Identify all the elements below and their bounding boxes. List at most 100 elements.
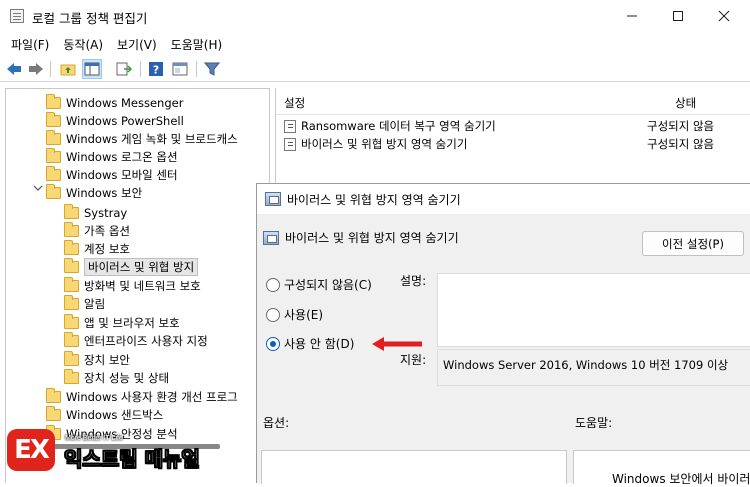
tree-item[interactable]: 방화벽 및 네트워크 보호 [64,276,201,295]
folder-icon [64,203,79,219]
help-panel: Windows 보안에서 바이러 [573,450,750,486]
header-divider [276,114,750,115]
dialog-title: 바이러스 및 위협 방지 영역 숨기기 [287,192,461,207]
tree-item[interactable]: 앱 및 브라우저 보호 [64,313,180,332]
tree-item[interactable]: 엔터프라이즈 사용자 지정 [64,331,208,350]
maximize-button[interactable] [655,0,701,32]
export-list-button[interactable] [114,59,134,79]
folder-icon [64,239,79,255]
folder-icon [64,294,79,310]
tree-item[interactable]: Windows Messenger [46,93,183,112]
svg-text:?: ? [153,64,159,77]
folder-icon [46,165,61,181]
folder-icon [64,257,79,273]
policy-icon [263,230,279,245]
support-label: 지원: [400,353,427,367]
help-text: Windows 보안에서 바이러 [612,472,750,486]
tree-item[interactable]: 가족 옵션 [64,221,130,240]
radio-disabled[interactable]: 사용 안 함(D) [266,335,354,352]
setting-row[interactable]: Ransomware 데이터 복구 영역 숨기기 [284,117,496,135]
setting-row[interactable]: 바이러스 및 위협 방지 영역 숨기기 [284,135,467,153]
back-arrow-icon [7,63,21,75]
setting-state: 구성되지 않음 [647,137,715,151]
menu-help[interactable]: 도움말(H) [164,33,230,55]
folder-icon [64,276,79,292]
menu-file[interactable]: 파일(F) [4,33,56,55]
supported-on-box: Windows Server 2016, Windows 10 버전 1709 … [437,349,750,386]
toolbar-separator [140,61,141,77]
description-box [437,273,750,347]
title-bar: 로컬 그룹 정책 편집기 [0,0,750,32]
previous-setting-button[interactable]: 이전 설정(P) [642,231,744,256]
radio-icon [266,277,280,292]
tree-item[interactable]: Windows 게임 녹화 및 브로드캐스 [46,129,238,148]
chevron-down-icon[interactable] [33,183,43,196]
up-folder-icon [60,64,76,76]
brand-logo: EX [7,429,55,471]
tree-item[interactable]: 계정 보호 [64,239,130,258]
tree-item-virus-threat-protection[interactable]: 바이러스 및 위협 방지 [64,257,199,276]
folder-icon [46,111,61,127]
radio-enabled[interactable]: 사용(E) [266,306,323,323]
setting-state: 구성되지 않음 [647,119,715,133]
settings-list: 설정 상태 Ransomware 데이터 복구 영역 숨기기 구성되지 않음 바… [275,88,750,188]
tree-item[interactable]: Windows 모바일 센터 [46,165,178,184]
brand-name: 익스트림 매뉴얼 [64,447,200,472]
minimize-icon [627,15,637,17]
tree-item[interactable]: 알림 [64,294,105,313]
tree-item[interactable]: Windows 사용자 환경 개선 프로그 [46,387,238,406]
radio-selected-icon [266,336,280,351]
console-tree[interactable]: Windows Messenger Windows PowerShell Win… [5,88,270,483]
minimize-button[interactable] [609,0,655,32]
menu-bar: 파일(F) 동작(A) 보기(V) 도움말(H) [0,33,750,55]
menu-action[interactable]: 동작(A) [56,33,110,55]
close-button[interactable] [701,0,747,32]
policy-icon [265,192,281,206]
close-icon [718,10,730,22]
setting-icon [284,119,296,133]
menu-view[interactable]: 보기(V) [110,33,164,55]
forward-button[interactable] [26,59,46,79]
toolbar-separator [196,61,197,77]
policy-editor-app-icon [10,9,24,23]
column-header-state[interactable]: 상태 [675,95,696,111]
radio-icon [266,307,280,322]
policy-setting-dialog: 바이러스 및 위협 방지 영역 숨기기 바이러스 및 위협 방지 영역 숨기기 … [256,183,750,486]
console-tree-icon [84,62,100,76]
column-header-setting[interactable]: 설정 [284,95,305,111]
tree-item[interactable]: 장치 보안 [64,350,130,369]
options-label: 옵션: [263,416,290,430]
brand-tagline: More Better IT Life [65,435,123,442]
up-folder-button[interactable] [58,59,78,79]
show-hide-tree-button[interactable] [82,59,102,79]
maximize-icon [673,11,683,21]
properties-icon [172,62,188,76]
red-arrow-icon [372,337,422,351]
back-button[interactable] [4,59,24,79]
toolbar: ? [0,56,750,82]
help-icon: ? [149,62,163,77]
tree-item[interactable]: Windows 로그온 옵션 [46,147,178,166]
dialog-subtitle: 바이러스 및 위협 방지 영역 숨기기 [263,229,459,246]
window-title: 로컬 그룹 정책 편집기 [32,11,148,26]
properties-button[interactable] [170,59,190,79]
tree-item[interactable]: 장치 성능 및 상태 [64,368,169,387]
folder-icon [46,93,61,109]
tree-item[interactable]: Windows PowerShell [46,111,184,130]
setting-icon [284,137,296,151]
filter-button[interactable] [202,59,222,79]
folder-icon [64,221,79,237]
forward-arrow-icon [29,63,43,75]
radio-not-configured[interactable]: 구성되지 않음(C) [266,276,372,293]
tree-item[interactable]: Windows 샌드박스 [46,405,163,424]
options-panel [261,450,567,484]
folder-icon [46,129,61,145]
tree-item-windows-security[interactable]: Windows 보안 [46,183,142,202]
folder-icon [46,405,61,421]
filter-icon [204,62,220,76]
folder-icon [64,368,79,384]
dialog-title-bar: 바이러스 및 위협 방지 영역 숨기기 [257,184,750,214]
tree-item[interactable]: Systray [64,203,127,222]
help-button[interactable]: ? [146,59,166,79]
folder-icon [46,183,61,199]
